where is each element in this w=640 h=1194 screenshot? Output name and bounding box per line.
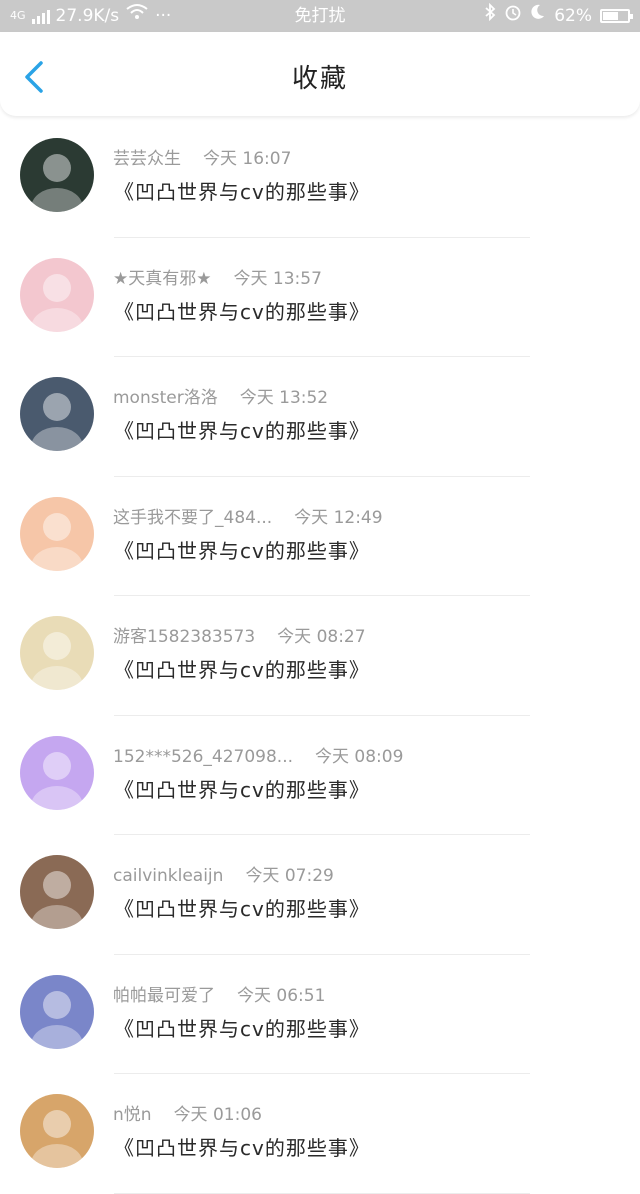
username[interactable]: 帕帕最可爱了 (113, 986, 215, 1006)
avatar[interactable] (20, 616, 94, 690)
timestamp: 今天 12:49 (294, 507, 383, 528)
work-title[interactable]: 《凹凸世界与cv的那些事》 (114, 654, 370, 683)
username[interactable]: 游客1582383573 (113, 627, 255, 647)
list-item[interactable]: 这手我不要了_484... 今天 12:49 《凹凸世界与cv的那些事》 (0, 477, 640, 596)
username[interactable]: 152***526_427098... (113, 747, 293, 767)
timestamp: 今天 08:27 (277, 627, 366, 647)
list-item[interactable]: 152***526_427098... 今天 08:09 《凹凸世界与cv的那些事》 (0, 716, 640, 835)
avatar[interactable] (20, 735, 94, 810)
work-title[interactable]: 《凹凸世界与cv的那些事》 (114, 1013, 370, 1042)
work-title[interactable]: 《凹凸世界与cv的那些事》 (114, 774, 370, 803)
list-item[interactable]: ★天真有邪★ 今天 13:57 《凹凸世界与cv的那些事》 (0, 238, 640, 357)
list-item[interactable]: n悦n 今天 01:06 《凹凸世界与cv的那些事》 (0, 1074, 640, 1194)
avatar[interactable] (20, 855, 94, 929)
username[interactable]: n悦n (113, 1105, 152, 1125)
avatar[interactable] (20, 257, 94, 332)
work-title[interactable]: 《凹凸世界与cv的那些事》 (114, 893, 370, 922)
avatar[interactable] (20, 496, 94, 571)
nav-bar: 收藏 (0, 32, 640, 116)
timestamp: 今天 06:51 (237, 985, 326, 1006)
list-item[interactable]: cailvinkleaijn 今天 07:29 《凹凸世界与cv的那些事》 (0, 835, 640, 955)
work-title[interactable]: 《凹凸世界与cv的那些事》 (114, 176, 370, 205)
timestamp: 今天 16:07 (203, 149, 292, 169)
battery-percent: 62% (554, 6, 592, 26)
list-item[interactable]: 芸芸众生 今天 16:07 《凹凸世界与cv的那些事》 (0, 118, 640, 238)
avatar[interactable] (20, 974, 94, 1049)
timestamp: 今天 13:52 (239, 388, 329, 408)
timestamp: 今天 01:06 (173, 1105, 262, 1125)
avatar[interactable] (20, 1094, 94, 1168)
favorites-list: 芸芸众生 今天 16:07 《凹凸世界与cv的那些事》 ★天真有邪★ 今天 13:57 《… (0, 118, 640, 1194)
bluetooth-icon (484, 0, 496, 32)
username[interactable]: 芸芸众生 (113, 149, 181, 169)
list-item[interactable]: monster洛洛 今天 13:52 《凹凸世界与cv的那些事》 (0, 357, 640, 477)
username[interactable]: monster洛洛 (113, 388, 218, 408)
avatar[interactable] (20, 138, 94, 212)
list-item[interactable]: 帕帕最可爱了 今天 06:51 《凹凸世界与cv的那些事》 (0, 955, 640, 1074)
list-item[interactable]: 游客1582383573 今天 08:27 《凹凸世界与cv的那些事》 (0, 596, 640, 716)
page-title: 收藏 (291, 64, 348, 94)
username[interactable]: 这手我不要了_484... (113, 508, 272, 528)
username[interactable]: cailvinkleaijn (113, 866, 223, 886)
timestamp: 今天 08:09 (315, 746, 404, 767)
work-title[interactable]: 《凹凸世界与cv的那些事》 (114, 415, 370, 444)
timestamp: 今天 07:29 (245, 866, 334, 886)
username[interactable]: ★天真有邪★ (113, 269, 211, 289)
work-title[interactable]: 《凹凸世界与cv的那些事》 (114, 296, 370, 325)
status-bar: 4G 27.9K/s ··· 免打扰 62% (0, 0, 640, 32)
battery-icon (600, 9, 633, 23)
avatar[interactable] (20, 377, 94, 451)
divider (114, 1192, 530, 1194)
moon-icon (530, 0, 546, 32)
alarm-icon (504, 0, 522, 32)
work-title[interactable]: 《凹凸世界与cv的那些事》 (114, 535, 370, 564)
timestamp: 今天 13:57 (233, 268, 322, 289)
work-title[interactable]: 《凹凸世界与cv的那些事》 (114, 1132, 370, 1161)
